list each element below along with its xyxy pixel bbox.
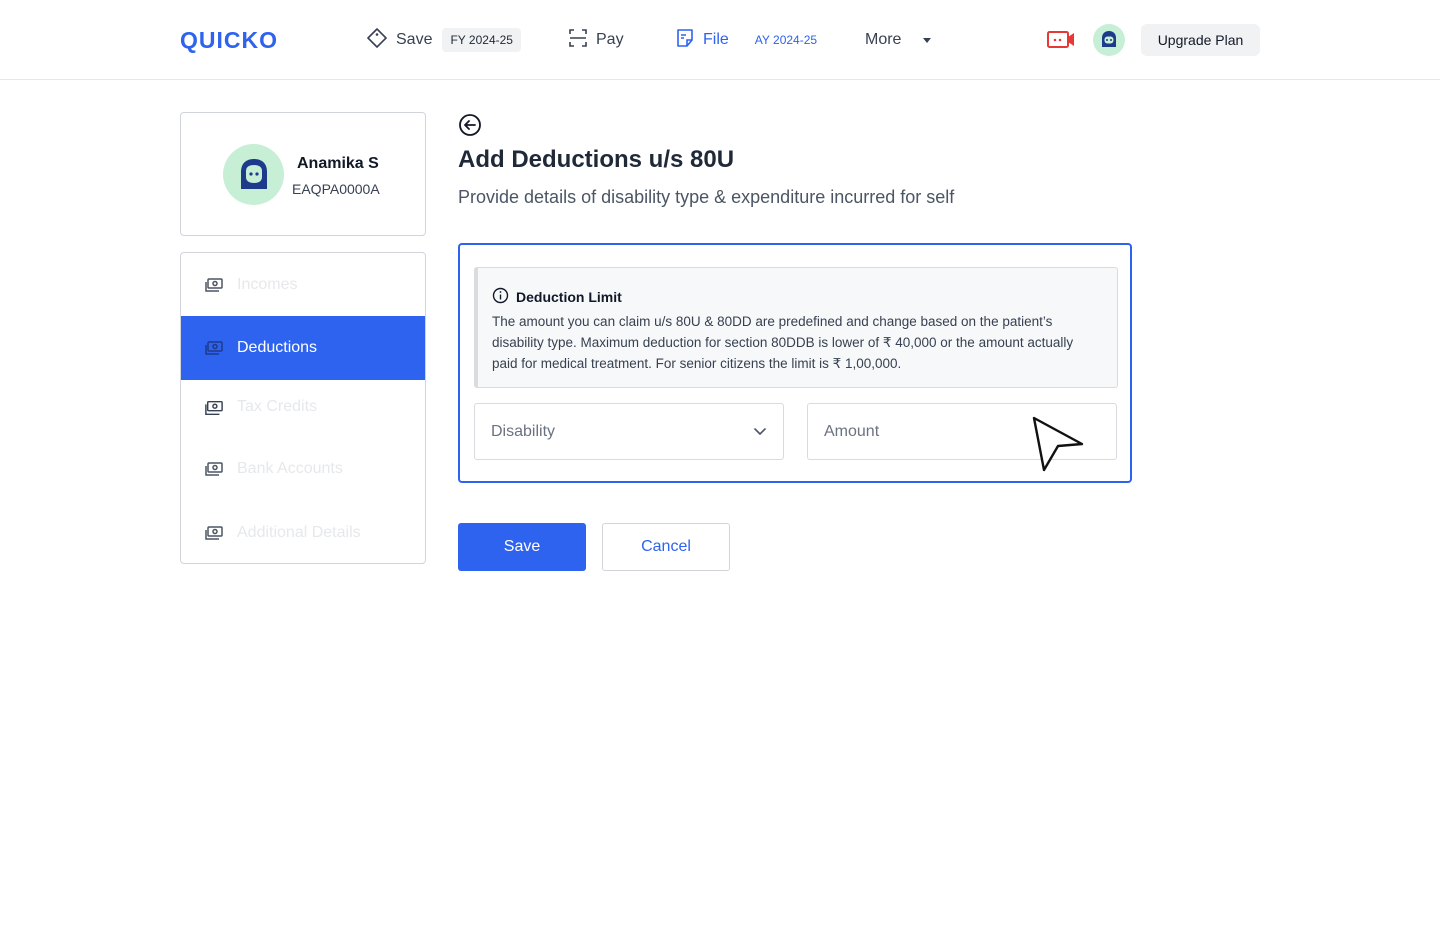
cancel-button[interactable]: Cancel xyxy=(602,523,730,571)
nav-save-label: Save xyxy=(396,31,433,48)
profile-pan: EAQPA0000A xyxy=(292,181,380,197)
fy-badge: FY 2024-25 xyxy=(442,28,521,52)
profile-card: Anamika S EAQPA0000A xyxy=(180,112,426,236)
logo-text: QUICKO xyxy=(180,26,278,53)
money-icon xyxy=(205,278,223,292)
info-title-text: Deduction Limit xyxy=(516,289,622,305)
deduction-limit-info: Deduction Limit The amount you can claim… xyxy=(474,267,1118,388)
chevron-down-icon xyxy=(753,423,767,441)
sidebar-item-label: Bank Accounts xyxy=(237,460,343,477)
upgrade-plan-button[interactable]: Upgrade Plan xyxy=(1141,24,1260,56)
bot-avatar-icon[interactable] xyxy=(1093,24,1125,56)
money-icon xyxy=(205,526,223,540)
file-icon xyxy=(675,28,695,53)
back-arrow-icon[interactable] xyxy=(458,113,482,137)
info-icon xyxy=(492,287,509,307)
disability-select[interactable]: Disability xyxy=(474,403,784,460)
profile-name: Anamika S xyxy=(297,155,379,172)
sidebar-item-deductions[interactable]: Deductions xyxy=(181,316,425,380)
deduction-form: Deduction Limit The amount you can claim… xyxy=(458,243,1132,483)
quicko-logo[interactable]: QUICKO xyxy=(180,27,278,53)
nav-more[interactable]: More xyxy=(865,24,932,56)
nav-more-label: More xyxy=(865,31,902,48)
sidebar-item-label: Incomes xyxy=(237,276,298,293)
sidebar-item-label: Tax Credits xyxy=(237,398,318,415)
sidebar-item-tax-credits[interactable]: Tax Credits xyxy=(181,375,425,439)
ay-badge: AY 2024-25 xyxy=(754,33,818,47)
page-subtitle: Provide details of disability type & exp… xyxy=(458,187,955,207)
caret-down-icon xyxy=(923,37,932,43)
top-navigation-bar: QUICKO Save FY 2024-25 Pay File AY 2024-… xyxy=(0,0,1440,80)
nav-save[interactable]: Save FY 2024-25 xyxy=(366,24,521,56)
money-icon xyxy=(205,400,223,416)
nav-pay[interactable]: Pay xyxy=(568,24,624,56)
tag-icon xyxy=(366,27,388,54)
sidebar-item-label: Deductions xyxy=(237,339,318,356)
sidebar-item-bank-accounts[interactable]: Bank Accounts xyxy=(181,437,425,501)
info-text: The amount you can claim u/s 80U & 80DD … xyxy=(492,314,1074,371)
sidebar-item-label: Additional Details xyxy=(237,524,361,541)
video-icon[interactable] xyxy=(1046,28,1076,52)
nav-file-label: File xyxy=(703,31,729,48)
money-icon xyxy=(205,462,223,476)
info-title: Deduction Limit xyxy=(492,287,622,307)
sidebar-menu: Incomes Deductions Tax Credits Bank Acco… xyxy=(180,252,426,564)
nav-file[interactable]: File AY 2024-25 xyxy=(675,24,817,56)
avatar xyxy=(223,144,284,205)
nav-pay-label: Pay xyxy=(596,31,624,48)
disability-select-value: Disability xyxy=(491,422,556,440)
amount-input[interactable] xyxy=(807,403,1117,460)
money-icon xyxy=(205,341,223,355)
page-title: Add Deductions u/s 80U xyxy=(458,146,735,173)
scan-icon xyxy=(568,28,588,53)
sidebar-item-incomes[interactable]: Incomes xyxy=(181,253,425,317)
save-button[interactable]: Save xyxy=(458,523,586,571)
sidebar-item-additional-details[interactable]: Additional Details xyxy=(181,501,425,563)
